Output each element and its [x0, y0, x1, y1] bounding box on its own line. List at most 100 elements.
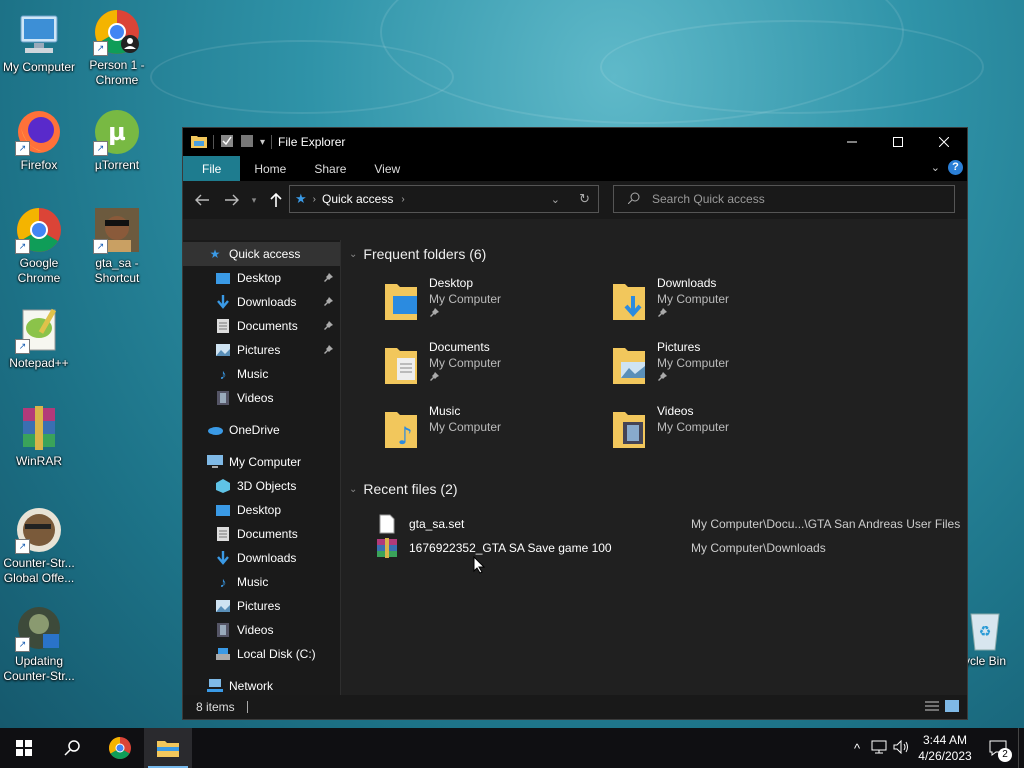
desktop-icon-person1-chrome[interactable]: ↗ Person 1 - Chrome: [78, 8, 156, 88]
sidebar-item-desktop[interactable]: Desktop: [183, 498, 340, 522]
file-explorer-window[interactable]: ▾ File Explorer File Home Share View ⌄ ?…: [182, 127, 968, 720]
file-explorer-icon: [157, 741, 179, 757]
taskbar-file-explorer-button[interactable]: [144, 728, 192, 768]
tab-view[interactable]: View: [360, 156, 414, 181]
search-box[interactable]: Search Quick access: [613, 185, 955, 213]
notification-count-badge: 2: [998, 748, 1012, 762]
sidebar-item-onedrive[interactable]: OneDrive: [183, 418, 340, 442]
clock-time: 3:44 AM: [922, 733, 968, 747]
sidebar-item-label: Videos: [237, 391, 274, 405]
sidebar-item-videos-quick[interactable]: Videos: [183, 386, 340, 410]
tab-home[interactable]: Home: [240, 156, 300, 181]
sidebar-item-local-disk[interactable]: Local Disk (C:): [183, 642, 340, 666]
star-icon: ★: [209, 247, 221, 261]
expand-ribbon-chevron-icon[interactable]: ⌄: [931, 161, 940, 174]
back-button[interactable]: [187, 185, 217, 215]
search-button[interactable]: [48, 728, 96, 768]
recent-file-row[interactable]: gta_sa.set My Computer\Docu...\GTA San A…: [371, 512, 961, 536]
recent-locations-button[interactable]: ▾: [247, 185, 261, 215]
navigation-pane: ★ Quick access Desktop Downloads Documen…: [183, 240, 341, 695]
minimize-button[interactable]: [829, 128, 875, 156]
pin-icon: [430, 372, 439, 381]
sidebar-item-documents[interactable]: Documents: [183, 522, 340, 546]
new-folder-icon[interactable]: [240, 134, 254, 151]
recent-file-row[interactable]: 1676922352_GTA SA Save game 100 My Compu…: [371, 536, 961, 560]
close-button[interactable]: [921, 128, 967, 156]
quick-access-toolbar: ▾: [183, 134, 273, 151]
sidebar-item-music[interactable]: ♪ Music: [183, 570, 340, 594]
customize-toolbar-chevron-icon[interactable]: ▾: [260, 137, 265, 148]
folder-location: My Computer: [429, 420, 502, 434]
show-desktop-button[interactable]: [1018, 728, 1024, 768]
sidebar-item-documents-pinned[interactable]: Documents: [183, 314, 340, 338]
forward-button[interactable]: [217, 185, 247, 215]
breadcrumb-separator-icon[interactable]: ›: [401, 194, 404, 205]
desktop-icon-firefox[interactable]: ↗ Firefox: [0, 108, 78, 173]
folder-tile-videos[interactable]: Videos My Computer: [611, 400, 831, 460]
sidebar-item-network[interactable]: Network: [183, 674, 340, 695]
recent-files-header[interactable]: ⌄ Recent files (2): [349, 481, 458, 497]
sidebar-item-pictures[interactable]: Pictures: [183, 594, 340, 618]
address-bar[interactable]: ★ › Quick access › ⌄ ↻: [289, 185, 599, 213]
frequent-folders-header[interactable]: ⌄ Frequent folders (6): [349, 246, 486, 262]
folder-tile-pictures[interactable]: Pictures My Computer: [611, 336, 831, 396]
large-icons-view-icon[interactable]: [945, 699, 959, 715]
breadcrumb-quick-access[interactable]: Quick access: [322, 192, 393, 206]
computer-icon: [15, 10, 63, 58]
sidebar-item-desktop-pinned[interactable]: Desktop: [183, 266, 340, 290]
desktop-icon-label: Firefox: [20, 158, 58, 172]
desktop-icon: [215, 502, 231, 518]
taskbar-chrome-button[interactable]: [96, 728, 144, 768]
show-hidden-icons-chevron-icon[interactable]: ^: [846, 741, 868, 756]
csgo-icon: ↗: [15, 506, 63, 554]
desktop-icon-gta-sa[interactable]: ↗ gta_sa - Shortcut: [78, 206, 156, 286]
address-dropdown-chevron-icon[interactable]: ⌄: [551, 193, 560, 206]
folder-tile-music[interactable]: ♪ Music My Computer: [383, 400, 603, 460]
sidebar-item-videos[interactable]: Videos: [183, 618, 340, 642]
sidebar-item-downloads[interactable]: Downloads: [183, 546, 340, 570]
start-button[interactable]: [0, 728, 48, 768]
network-icon[interactable]: [868, 740, 890, 757]
action-center-button[interactable]: 2: [978, 728, 1018, 768]
clock[interactable]: 3:44 AM 4/26/2023: [912, 732, 978, 764]
tab-share[interactable]: Share: [300, 156, 360, 181]
downloads-folder-icon: [613, 284, 645, 320]
desktop-icon-winrar[interactable]: WinRAR: [0, 404, 78, 469]
sidebar-item-music-quick[interactable]: ♪ Music: [183, 362, 340, 386]
shortcut-arrow-icon: ↗: [93, 239, 108, 254]
folder-tile-desktop[interactable]: Desktop My Computer: [383, 272, 603, 332]
desktop-icon-updating-cs[interactable]: ↗ Updating Counter-Str...: [0, 604, 78, 684]
tab-file[interactable]: File: [183, 156, 241, 181]
desktop-icon-label: gta_sa - Shortcut: [94, 256, 140, 285]
details-view-icon[interactable]: [925, 700, 939, 715]
sidebar-item-label: Desktop: [237, 271, 282, 285]
properties-icon[interactable]: [220, 134, 234, 151]
desktop-icon-label: Google Chrome: [17, 256, 61, 285]
sidebar-item-my-computer[interactable]: My Computer: [183, 450, 340, 474]
csgo-icon: ↗: [15, 604, 63, 652]
desktop-icon-google-chrome[interactable]: ↗ Google Chrome: [0, 206, 78, 286]
maximize-button[interactable]: [875, 128, 921, 156]
sidebar-item-downloads-pinned[interactable]: Downloads: [183, 290, 340, 314]
sidebar-item-label: Documents: [237, 527, 298, 541]
folder-tile-downloads[interactable]: Downloads My Computer: [611, 272, 831, 332]
sidebar-item-3d-objects[interactable]: 3D Objects: [183, 474, 340, 498]
volume-icon[interactable]: [890, 739, 912, 757]
desktop-icon-notepadpp[interactable]: ↗ Notepad++: [0, 306, 78, 371]
search-placeholder: Search Quick access: [652, 192, 765, 206]
recent-file-path: My Computer\Downloads: [691, 541, 826, 555]
sidebar-item-pictures-pinned[interactable]: Pictures: [183, 338, 340, 362]
folder-location: My Computer: [657, 292, 730, 306]
music-note-icon: ♪: [219, 366, 227, 382]
desktop-icon-my-computer[interactable]: My Computer: [0, 10, 78, 75]
chrome-icon: [109, 737, 131, 759]
folder-tile-documents[interactable]: Documents My Computer: [383, 336, 603, 396]
sidebar-item-quick-access[interactable]: ★ Quick access: [183, 242, 340, 266]
help-icon[interactable]: ?: [948, 160, 963, 175]
up-button[interactable]: [261, 185, 291, 215]
title-bar[interactable]: ▾ File Explorer: [183, 128, 967, 156]
desktop-icon-utorrent[interactable]: µ ↗ µTorrent: [78, 108, 156, 173]
desktop-icon-csgo[interactable]: ↗ Counter-Str... Global Offe...: [0, 506, 78, 586]
refresh-icon[interactable]: ↻: [579, 191, 590, 207]
pin-icon: [324, 343, 334, 357]
